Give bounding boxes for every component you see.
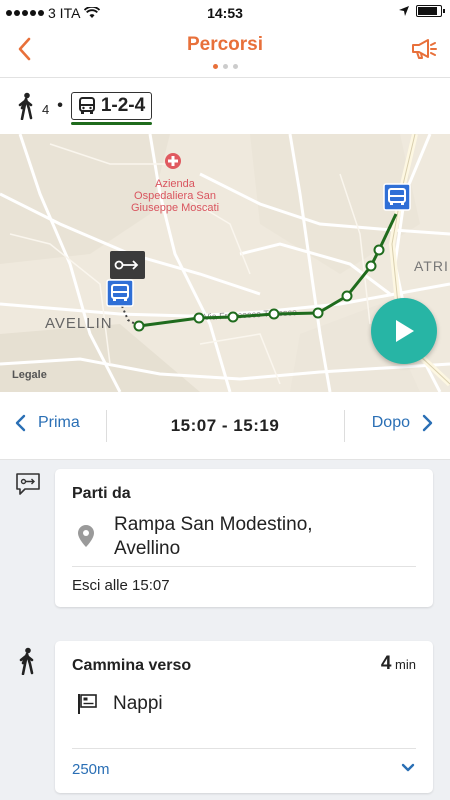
play-button[interactable] xyxy=(371,298,437,364)
location-pin-icon xyxy=(78,525,94,547)
page-indicator xyxy=(0,64,450,69)
megaphone-icon[interactable] xyxy=(410,38,438,60)
divider xyxy=(72,748,416,749)
bus-icon xyxy=(78,97,95,114)
bus-stop-start-icon[interactable] xyxy=(106,279,134,307)
divider xyxy=(344,410,345,442)
battery-icon xyxy=(416,5,445,17)
walk-heading: Cammina verso xyxy=(72,657,192,674)
map-legal-link[interactable]: Legale xyxy=(12,369,47,381)
route-summary[interactable]: 4 • 1-2-4 xyxy=(0,78,450,134)
chevron-down-icon[interactable] xyxy=(401,763,415,773)
walk-duration-value: 4 xyxy=(380,653,392,674)
start-step-card[interactable]: Parti da Rampa San Modestino, Avellino E… xyxy=(55,469,433,607)
next-button[interactable]: Dopo xyxy=(372,414,434,432)
departure-time: Esci alle 15:07 xyxy=(72,577,170,594)
walk-minutes: 4 xyxy=(42,101,50,117)
start-place: Rampa San Modestino, Avellino xyxy=(114,513,313,561)
start-place-line1: Rampa San Modestino, xyxy=(114,514,313,535)
walk-step-card[interactable]: Cammina verso 4 min Nappi 250m xyxy=(55,641,433,793)
walk-distance: 250m xyxy=(72,761,110,778)
bus-line-number: 1-2-4 xyxy=(100,95,146,116)
bus-stop-sign-icon xyxy=(78,694,97,714)
line-color-bar xyxy=(70,122,153,125)
map-label-hospital-3: Giuseppe Moscati xyxy=(131,202,219,214)
start-step-icon xyxy=(16,473,40,495)
start-heading: Parti da xyxy=(72,485,131,502)
status-bar: 3 ITA 14:53 xyxy=(0,0,450,26)
start-place-line2: Avellino xyxy=(114,538,181,559)
location-arrow-icon xyxy=(399,6,409,16)
next-label: Dopo xyxy=(371,414,410,431)
walk-duration-unit: min xyxy=(395,657,416,672)
map-label-atripalda: ATRI xyxy=(414,258,449,274)
bus-stop-end-icon[interactable] xyxy=(383,183,411,211)
page-title: Percorsi xyxy=(186,34,264,55)
map-label-avellino: AVELLIN xyxy=(45,315,113,332)
map-label-hospital-1: Azienda xyxy=(155,178,196,190)
walk-destination: Nappi xyxy=(113,693,163,714)
nav-bar: Percorsi xyxy=(0,26,450,78)
walk-step-icon xyxy=(19,647,34,675)
bus-line-badge: 1-2-4 xyxy=(70,92,153,125)
start-marker[interactable] xyxy=(110,251,145,279)
walk-icon xyxy=(18,92,33,120)
play-icon xyxy=(396,320,414,342)
clock: 14:53 xyxy=(207,5,243,21)
divider xyxy=(72,566,416,567)
map-label-hospital-2: Ospedaliera San xyxy=(134,190,216,202)
walk-duration: 4 min xyxy=(381,653,416,675)
separator-dot: • xyxy=(57,97,63,114)
time-navigation: Prima 15:07 - 15:19 Dopo xyxy=(0,392,450,460)
chevron-right-icon xyxy=(422,414,433,432)
